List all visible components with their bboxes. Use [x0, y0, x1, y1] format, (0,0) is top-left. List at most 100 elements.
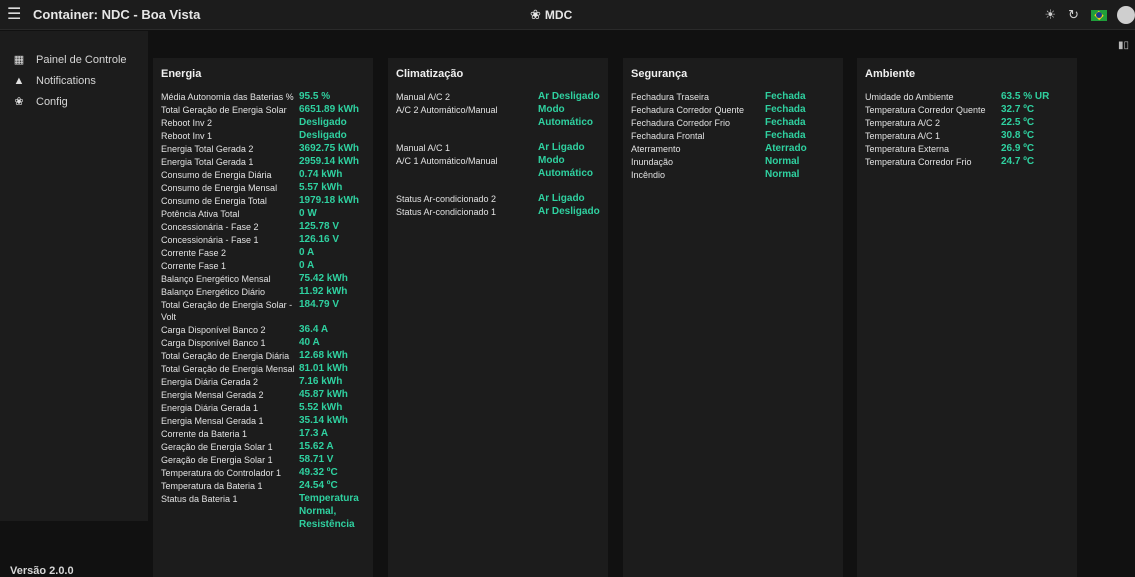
data-row: Concessionária - Fase 1 126.16 V: [161, 233, 373, 246]
gear-icon: ❀: [14, 96, 24, 108]
row-label: Reboot Inv 1: [161, 131, 213, 141]
row-spacer: [396, 129, 608, 141]
row-value: 5.52 kWh: [299, 402, 343, 413]
top-actions: ☀ ↻: [1044, 0, 1135, 30]
row-label: Temperatura da Bateria 1: [161, 481, 263, 491]
row-label: Status da Bateria 1: [161, 494, 238, 504]
refresh-icon[interactable]: ↻: [1068, 7, 1079, 23]
sidebar-item-config[interactable]: ❀ Config: [0, 91, 148, 112]
sidebar-item-label: Config: [36, 95, 68, 108]
data-row: Balanço Energético Diário 11.92 kWh: [161, 285, 373, 298]
data-row: Temperatura da Bateria 1 24.54 ºC: [161, 479, 373, 492]
data-row: Geração de Energia Solar 1 58.71 V: [161, 453, 373, 466]
row-label: Temperatura do Controlador 1: [161, 468, 282, 478]
row-value: 6651.89 kWh: [299, 104, 360, 115]
data-row: Corrente da Bateria 1 17.3 A: [161, 427, 373, 440]
row-value: Temperatura Normal, Resistência: [299, 493, 359, 530]
row-value: 11.92 kWh: [299, 286, 348, 297]
bell-icon: ▲: [13, 74, 25, 87]
row-value: 36.4 A: [299, 324, 329, 335]
row-value: 95.5 %: [299, 91, 331, 102]
row-label: Fechadura Traseira: [631, 92, 710, 102]
data-row: Balanço Energético Mensal 75.42 kWh: [161, 272, 373, 285]
row-value: 32.7 ºC: [1001, 104, 1035, 115]
row-label: Manual A/C 2: [396, 92, 451, 102]
data-row: Energia Mensal Gerada 1 35.14 kWh: [161, 414, 373, 427]
card-title: Segurança: [631, 68, 688, 80]
row-value: Desligado: [299, 130, 347, 141]
row-label: Temperatura A/C 2: [865, 118, 941, 128]
row-label: Corrente da Bateria 1: [161, 429, 248, 439]
row-value: 0 A: [299, 260, 315, 271]
data-row: Reboot Inv 1 Desligado: [161, 129, 373, 142]
row-value: 126.16 V: [299, 234, 340, 245]
data-row: Temperatura Corredor Quente 32.7 ºC: [865, 103, 1077, 116]
row-label: A/C 1 Automático/Manual: [396, 156, 498, 166]
row-value: 17.3 A: [299, 428, 329, 439]
top-app-bar: ☰ Container: NDC - Boa Vista ❀ MDC ☀ ↻: [0, 0, 1135, 30]
row-label: Potência Ativa Total: [161, 209, 240, 219]
row-value: 5.57 kWh: [299, 182, 343, 193]
brightness-icon[interactable]: ☀: [1044, 7, 1056, 23]
row-label: Fechadura Corredor Quente: [631, 105, 745, 115]
row-label: Carga Disponível Banco 1: [161, 338, 266, 348]
data-row: Corrente Fase 1 0 A: [161, 259, 373, 272]
row-value: 1979.18 kWh: [299, 195, 360, 206]
card-rows: Umidade do Ambiente 63.5 % UR Temperatura …: [857, 90, 1077, 168]
row-spacer: [396, 180, 608, 192]
bar-chart-icon[interactable]: ▮▯: [1118, 40, 1129, 51]
row-value: Ar Desligado: [538, 91, 600, 102]
data-row: Fechadura Frontal Fechada: [631, 129, 843, 142]
data-row: Temperatura do Controlador 1 49.32 ºC: [161, 466, 373, 479]
menu-icon[interactable]: ☰: [7, 0, 33, 30]
sidebar-item-painel[interactable]: ▦ Painel de Controle: [0, 49, 148, 70]
row-value: Normal: [765, 169, 800, 180]
row-value: 0 A: [299, 247, 315, 258]
brazil-flag-icon[interactable]: [1091, 9, 1107, 21]
center-title-label: MDC: [544, 8, 573, 22]
data-row: Aterramento Aterrado: [631, 142, 843, 155]
data-row: Manual A/C 1 Ar Ligado: [396, 141, 608, 154]
data-row: Total Geração de Energia Solar 6651.89 kW…: [161, 103, 373, 116]
climatizacao-card: Climatização Manual A/C 2 Ar Desligado A/C…: [388, 58, 608, 577]
card-title: Ambiente: [865, 68, 916, 80]
row-label: Geração de Energia Solar 1: [161, 442, 273, 452]
row-label: Temperatura A/C 1: [865, 131, 941, 141]
data-row: Concessionária - Fase 2 125.78 V: [161, 220, 373, 233]
sidebar-item-label: Painel de Controle: [36, 53, 127, 66]
row-value: Aterrado: [765, 143, 807, 154]
energia-card: Energia Média Autonomia das Baterias % 95…: [153, 58, 373, 577]
user-avatar[interactable]: [1117, 6, 1135, 24]
row-label: Total Geração de Energia Solar: [161, 105, 287, 115]
data-row: Status da Bateria 1 Temperatura Normal, R…: [161, 492, 373, 531]
sidebar-item-notifications[interactable]: ▲ Notifications: [0, 70, 148, 91]
row-label: Balanço Energético Diário: [161, 287, 266, 297]
row-value: 75.42 kWh: [299, 273, 348, 284]
row-value: 40 A: [299, 337, 320, 348]
row-value: 7.16 kWh: [299, 376, 343, 387]
row-value: 81.01 kWh: [299, 363, 348, 374]
row-label: Geração de Energia Solar 1: [161, 455, 273, 465]
data-row: Temperatura Corredor Frio 24.7 ºC: [865, 155, 1077, 168]
row-label: Consumo de Energia Total: [161, 196, 267, 206]
row-value: 26.9 ºC: [1001, 143, 1035, 154]
row-value: 125.78 V: [299, 221, 340, 232]
data-row: Manual A/C 2 Ar Desligado: [396, 90, 608, 103]
row-value: 49.32 ºC: [299, 467, 338, 478]
row-label: Manual A/C 1: [396, 143, 451, 153]
data-row: Energia Diária Gerada 2 7.16 kWh: [161, 375, 373, 388]
data-row: Fechadura Corredor Frio Fechada: [631, 116, 843, 129]
row-label: Status Ar-condicionado 2: [396, 194, 497, 204]
card-rows: Manual A/C 2 Ar Desligado A/C 2 Automático…: [388, 90, 608, 218]
data-row: Fechadura Traseira Fechada: [631, 90, 843, 103]
card-title: Climatização: [396, 68, 464, 80]
row-value: Modo Automático: [538, 104, 593, 128]
row-label: Energia Mensal Gerada 1: [161, 416, 264, 426]
row-value: Ar Ligado: [538, 142, 585, 153]
sidebar: ▦ Painel de Controle ▲ Notifications ❀ C…: [0, 31, 148, 521]
data-row: Fechadura Corredor Quente Fechada: [631, 103, 843, 116]
row-value: 0.74 kWh: [299, 169, 343, 180]
row-label: A/C 2 Automático/Manual: [396, 105, 498, 115]
row-label: Temperatura Externa: [865, 144, 950, 154]
dashboard-icon: ▦: [13, 54, 25, 66]
